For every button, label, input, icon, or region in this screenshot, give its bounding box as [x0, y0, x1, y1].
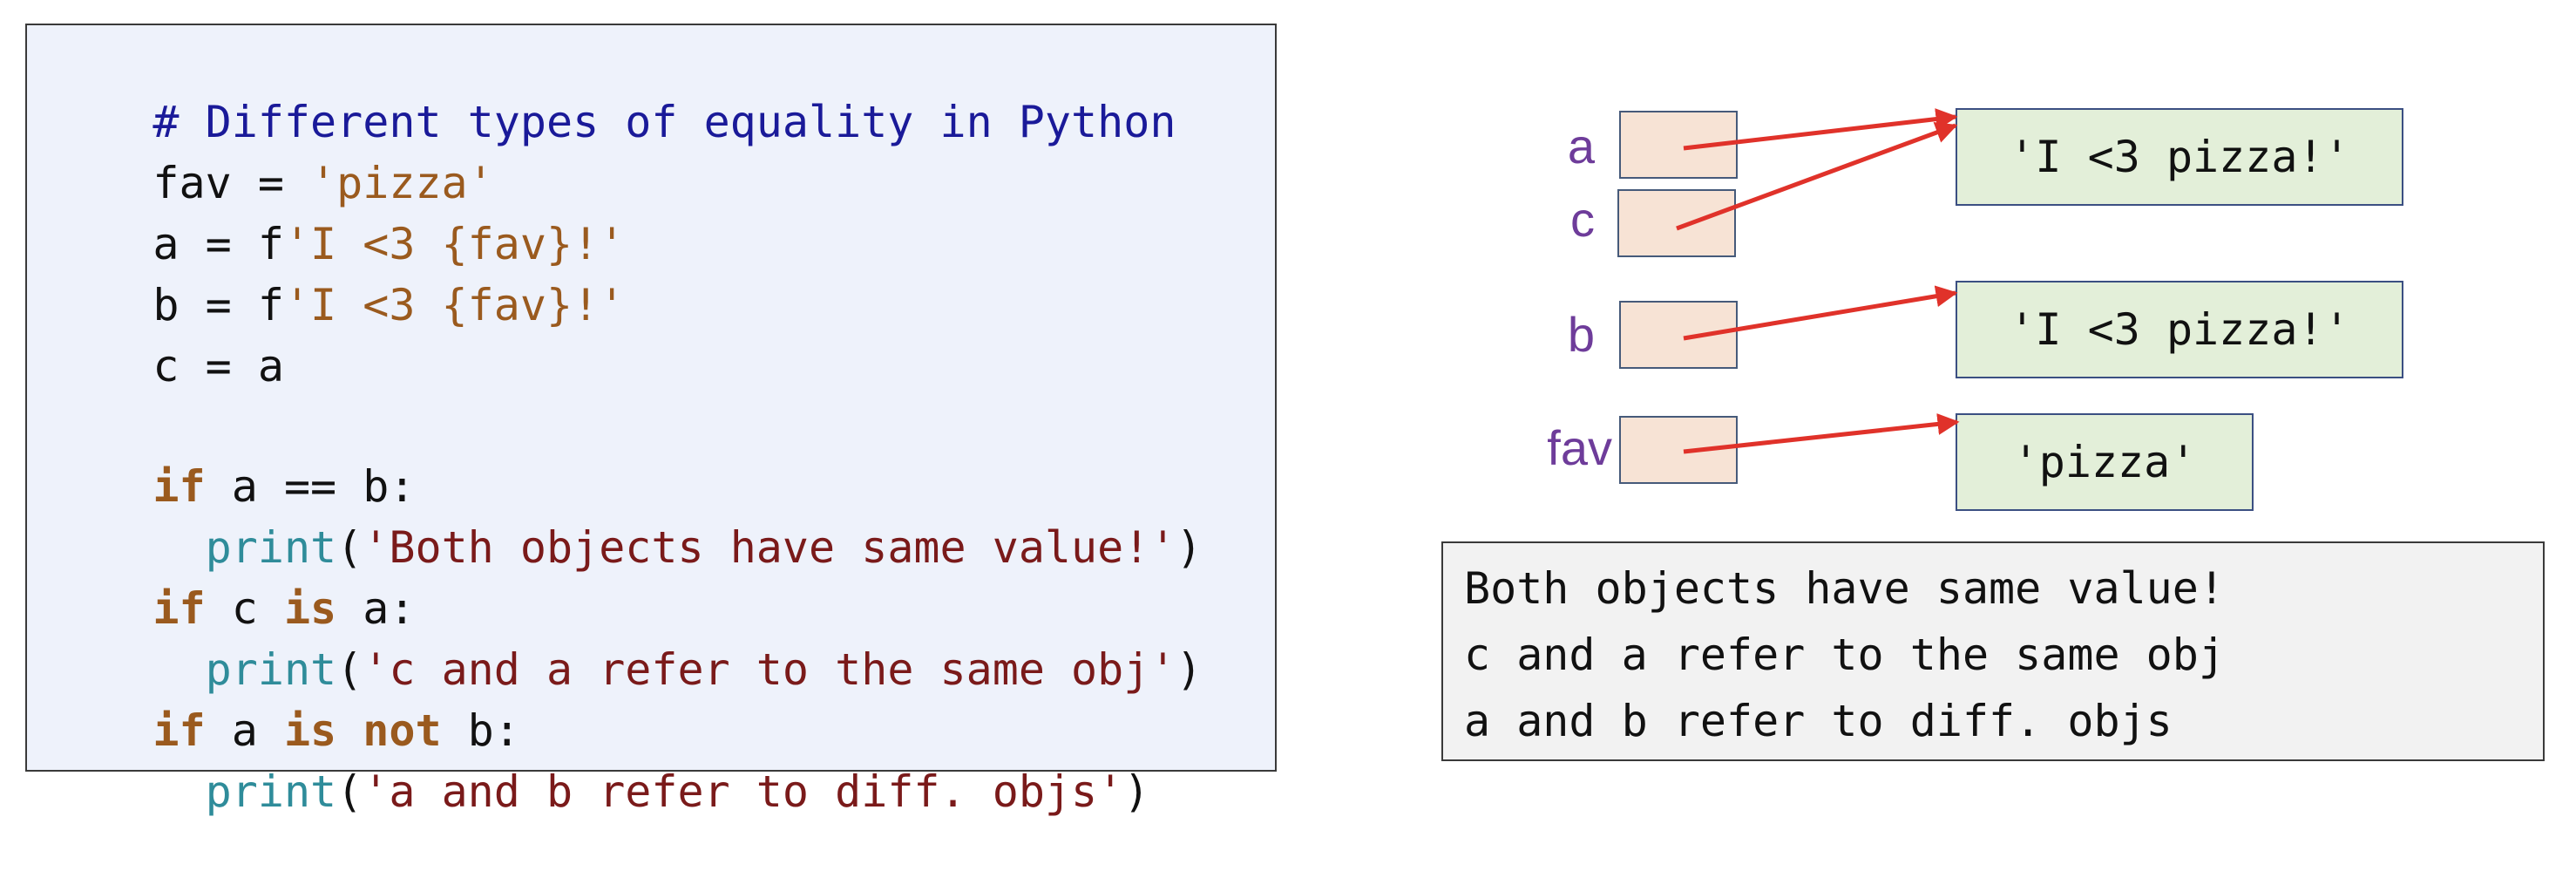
output-line-2: c and a refer to the same obj [1464, 630, 2225, 680]
code-line-7: if a == b: [48, 400, 415, 512]
code-text: c = a [153, 341, 284, 391]
var-label-fav: fav [1547, 420, 1612, 475]
code-print-string: 'a and b refer to diff. objs' [363, 766, 1124, 817]
var-label-a: a [1567, 119, 1595, 174]
code-line-12: print('a and b refer to diff. objs') [48, 705, 1150, 817]
object-box-string-a: 'I <3 pizza!' [1956, 108, 2403, 206]
code-panel: # Different types of equality in Python … [25, 24, 1277, 817]
code-line-2: fav = 'pizza' [48, 97, 493, 208]
var-box-b [1619, 301, 1738, 369]
code-paren: ( [336, 766, 363, 817]
var-label-b: b [1567, 307, 1595, 362]
code-line-9: if c is a: [48, 522, 415, 634]
code-paren: ) [1123, 766, 1150, 817]
object-box-string-b: 'I <3 pizza!' [1956, 281, 2403, 378]
code-function: print [205, 766, 337, 817]
code-paren: ) [1176, 522, 1203, 573]
object-box-pizza: 'pizza' [1956, 413, 2254, 511]
code-paren: ) [1176, 644, 1203, 695]
code-string: 'I <3 {fav}!' [283, 280, 626, 330]
code-line-3: a = f'I <3 {fav}!' [48, 158, 625, 269]
var-box-fav [1619, 416, 1738, 484]
code-line-5: c = a [48, 280, 284, 391]
var-label-c: c [1570, 192, 1595, 247]
output-line-1: Both objects have same value! [1464, 563, 2225, 614]
code-line-1: # Different types of equality in Python [48, 36, 1176, 147]
var-box-c [1617, 189, 1736, 257]
code-line-11: if a is not b: [48, 644, 519, 756]
output-line-3: a and b refer to diff. objs [1464, 696, 2173, 746]
output-panel: Both objects have same value! c and a re… [1441, 541, 2545, 761]
code-print-string: 'Both objects have same value!' [363, 522, 1176, 573]
code-line-10: print('c and a refer to the same obj') [48, 583, 1203, 695]
code-line-8: print('Both objects have same value!') [48, 461, 1203, 573]
code-line-4: b = f'I <3 {fav}!' [48, 219, 625, 330]
var-box-a [1619, 111, 1738, 179]
